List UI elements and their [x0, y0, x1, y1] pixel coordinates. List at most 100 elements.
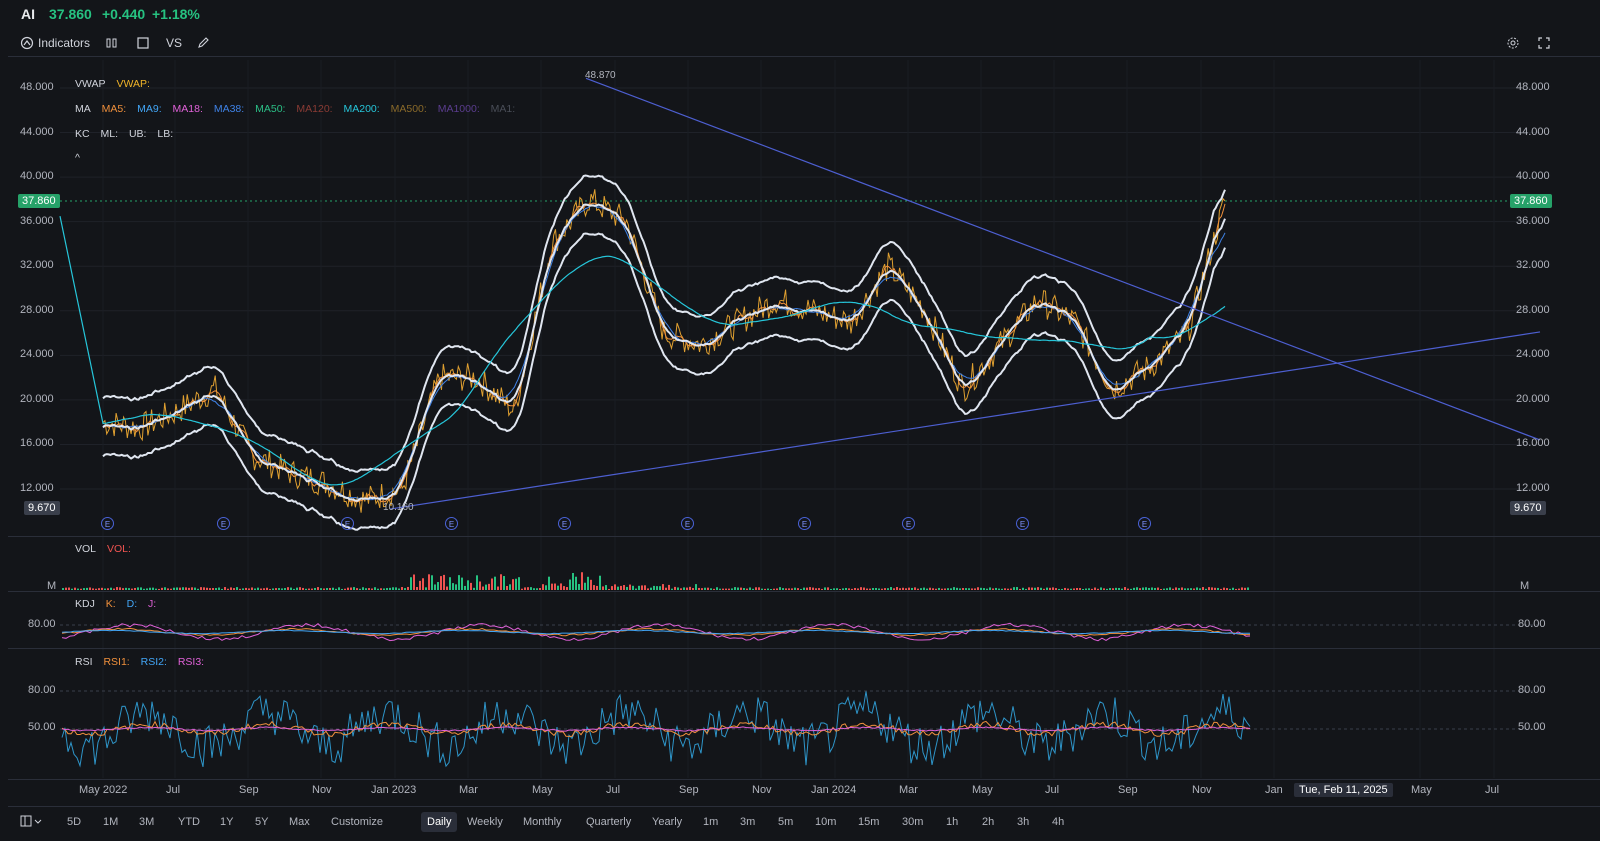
- volume-bar: [638, 585, 640, 590]
- volume-bar: [197, 588, 199, 590]
- time-axis-divider: [8, 779, 1600, 780]
- volume-bar: [959, 588, 961, 590]
- volume-bar: [500, 574, 502, 590]
- timeframe-max[interactable]: Max: [289, 816, 310, 828]
- volume-bar: [152, 587, 154, 590]
- timeframe-1m[interactable]: 1M: [103, 816, 118, 828]
- volume-bar: [332, 587, 334, 590]
- earnings-marker[interactable]: E: [445, 517, 458, 530]
- volume-legend: VOL VOL:: [75, 543, 139, 555]
- volume-bar: [701, 588, 703, 590]
- volume-bar: [209, 588, 211, 590]
- volume-bar: [1139, 588, 1141, 590]
- low-price-tag-right: 9.670: [1510, 501, 1546, 515]
- volume-bar: [191, 587, 193, 590]
- timeframe-yearly[interactable]: Yearly: [652, 816, 682, 828]
- volume-bar: [935, 588, 937, 590]
- volume-bar: [278, 588, 280, 590]
- volume-bar: [404, 588, 406, 590]
- time-tick: Jan 2023: [371, 784, 417, 796]
- volume-bar: [1061, 588, 1063, 590]
- volume-bar: [659, 586, 661, 590]
- volume-bar: [1052, 587, 1054, 590]
- volume-bar: [1190, 588, 1192, 590]
- low-price-tag-left: 9.670: [24, 501, 60, 515]
- collapse-legend-button[interactable]: ^: [75, 152, 80, 164]
- kdj-k-label: K:: [105, 598, 116, 610]
- timeframe-2h[interactable]: 2h: [982, 816, 994, 828]
- volume-bar: [746, 588, 748, 590]
- volume-bar: [992, 588, 994, 590]
- volume-bar: [167, 588, 169, 590]
- earnings-marker[interactable]: E: [217, 517, 230, 530]
- timeframe-daily[interactable]: Daily: [421, 812, 458, 832]
- timeframe-3m[interactable]: 3M: [139, 816, 154, 828]
- timeframe-1m[interactable]: 1m: [703, 816, 718, 828]
- volume-bar: [806, 587, 808, 590]
- volume-bar: [248, 588, 250, 590]
- price-tick-right: 28.000: [1516, 303, 1550, 316]
- kdj-d-label: D:: [126, 598, 138, 610]
- timeframe-monthly[interactable]: Monthly: [523, 816, 562, 828]
- volume-bar: [1178, 588, 1180, 590]
- timeframe-5m[interactable]: 5m: [778, 816, 793, 828]
- layout-button[interactable]: [20, 814, 42, 831]
- timeframe-3m[interactable]: 3m: [740, 816, 755, 828]
- kc-lb-label: LB:: [157, 128, 174, 140]
- volume-bar: [296, 587, 298, 590]
- earnings-marker[interactable]: E: [101, 517, 114, 530]
- timeframe-customize[interactable]: Customize: [331, 816, 383, 828]
- volume-bar: [221, 588, 223, 590]
- volume-bar: [731, 588, 733, 590]
- volume-bar: [368, 588, 370, 590]
- price-tick-right: 36.000: [1516, 214, 1550, 227]
- timeframe-1h[interactable]: 1h: [946, 816, 958, 828]
- earnings-marker[interactable]: E: [798, 517, 811, 530]
- timeframe-30m[interactable]: 30m: [902, 816, 923, 828]
- earnings-marker[interactable]: E: [558, 517, 571, 530]
- price-chart[interactable]: [0, 0, 1600, 841]
- volume-bar: [830, 588, 832, 590]
- volume-bar: [692, 588, 694, 590]
- timeframe-5d[interactable]: 5D: [67, 816, 81, 828]
- high-annotation: 48.870: [585, 70, 616, 81]
- volume-bar: [155, 588, 157, 590]
- volume-bar: [983, 588, 985, 590]
- volume-bar: [1058, 588, 1060, 590]
- volume-bar: [1064, 587, 1066, 590]
- ma1-label: MA1:: [490, 103, 516, 115]
- timeframe-10m[interactable]: 10m: [815, 816, 836, 828]
- volume-bar: [1187, 588, 1189, 590]
- volume-bar: [113, 588, 115, 590]
- volume-bar: [173, 587, 175, 590]
- timeframe-3h[interactable]: 3h: [1017, 816, 1029, 828]
- volume-bar: [809, 587, 811, 590]
- volume-bar: [566, 587, 568, 590]
- timeframe-15m[interactable]: 15m: [858, 816, 879, 828]
- rsi-name: RSI: [75, 656, 93, 668]
- earnings-marker[interactable]: E: [1138, 517, 1151, 530]
- earnings-marker[interactable]: E: [902, 517, 915, 530]
- timeframe-ytd[interactable]: YTD: [178, 816, 200, 828]
- volume-bar: [986, 588, 988, 590]
- earnings-marker[interactable]: E: [681, 517, 694, 530]
- earnings-marker[interactable]: E: [341, 517, 354, 530]
- volume-bar: [437, 582, 439, 590]
- earnings-marker[interactable]: E: [1016, 517, 1029, 530]
- volume-bar: [539, 587, 541, 590]
- timeframe-5y[interactable]: 5Y: [255, 816, 268, 828]
- volume-bar: [662, 584, 664, 590]
- timeframe-quarterly[interactable]: Quarterly: [586, 816, 631, 828]
- volume-bar: [980, 587, 982, 590]
- timeframe-1y[interactable]: 1Y: [220, 816, 233, 828]
- price-series: [59, 174, 1226, 531]
- timeframe-4h[interactable]: 4h: [1052, 816, 1064, 828]
- timeframe-weekly[interactable]: Weekly: [467, 816, 503, 828]
- volume-bar: [266, 587, 268, 590]
- volume-bar: [764, 588, 766, 590]
- current-price-tag-left: 37.860: [18, 194, 60, 208]
- volume-bar: [797, 588, 799, 590]
- kdj-lines: [60, 622, 1540, 642]
- volume-bar: [1184, 588, 1186, 590]
- time-tick: May: [972, 784, 993, 796]
